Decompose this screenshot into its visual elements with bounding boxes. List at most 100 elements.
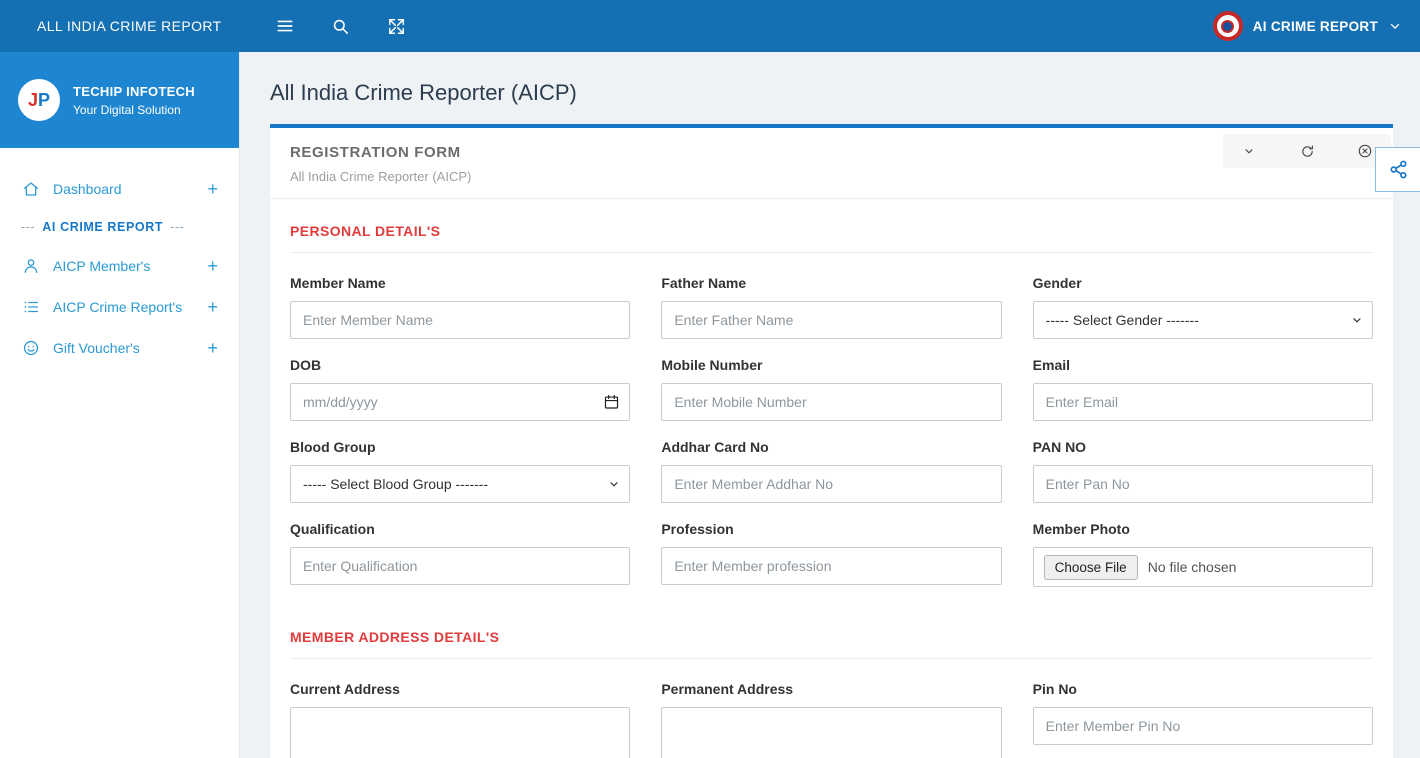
field-member-photo: Member Photo Choose File No file chosen	[1032, 521, 1373, 587]
field-member-name: Member Name	[290, 275, 631, 339]
section-dash-left: ---	[21, 220, 36, 234]
card-body: PERSONAL DETAIL'S Member Name Father Nam…	[270, 223, 1393, 758]
plus-icon[interactable]: +	[207, 257, 218, 275]
aicp-emblem-icon	[1212, 11, 1243, 41]
sidebar-menu: Dashboard + --- AI CRIME REPORT --- AICP…	[0, 148, 239, 368]
permanent-address-label: Permanent Address	[661, 681, 794, 697]
current-address-label: Current Address	[290, 681, 400, 697]
card-subtitle: All India Crime Reporter (AICP)	[290, 169, 472, 184]
field-gender: Gender ----- Select Gender -------	[1032, 275, 1373, 339]
hamburger-icon[interactable]	[274, 15, 296, 37]
card-header: REGISTRATION FORM All India Crime Report…	[270, 128, 1393, 199]
member-name-label: Member Name	[290, 275, 386, 291]
member-photo-file-input[interactable]: Choose File No file chosen	[1032, 547, 1373, 587]
pan-input[interactable]	[1032, 465, 1373, 503]
sidebar-item-label: Gift Voucher's	[53, 339, 140, 356]
gender-select[interactable]: ----- Select Gender -------	[1032, 301, 1373, 339]
divider	[290, 658, 1373, 659]
share-panel-toggle[interactable]	[1375, 147, 1420, 192]
chevron-down-icon[interactable]	[1388, 19, 1402, 33]
plus-icon[interactable]: +	[207, 180, 218, 198]
company-logo-icon: JP	[18, 79, 60, 121]
member-name-input[interactable]	[290, 301, 631, 339]
fullscreen-icon[interactable]	[386, 15, 408, 37]
field-blood-group: Blood Group ----- Select Blood Group ---…	[290, 439, 631, 503]
logo-letter-j: J	[27, 89, 38, 110]
plus-icon[interactable]: +	[207, 339, 218, 357]
company-logo-block: JP TECHIP INFOTECH Your Digital Solution	[0, 52, 239, 148]
account-label: AI CRIME REPORT	[1252, 18, 1378, 34]
profession-label: Profession	[661, 521, 734, 537]
mobile-label: Mobile Number	[661, 357, 763, 373]
card-title: REGISTRATION FORM	[290, 144, 461, 161]
plus-icon[interactable]: +	[207, 298, 218, 316]
field-dob: DOB	[290, 357, 631, 421]
aadhar-input[interactable]	[661, 465, 1002, 503]
company-name-block: TECHIP INFOTECH Your Digital Solution	[73, 84, 195, 117]
sidebar-item-gift-vouchers[interactable]: Gift Voucher's +	[0, 327, 239, 368]
profession-input[interactable]	[661, 547, 1002, 585]
sidebar-item-aicp-crime-reports[interactable]: AICP Crime Report's +	[0, 286, 239, 327]
smiley-icon	[21, 338, 40, 357]
sidebar-item-dashboard[interactable]: Dashboard +	[0, 168, 239, 209]
permanent-address-textarea[interactable]	[661, 707, 1002, 758]
navbar-icons	[274, 15, 408, 37]
aadhar-label: Addhar Card No	[661, 439, 769, 455]
personal-details-grid: Member Name Father Name Gender ----- Sel…	[290, 275, 1373, 605]
gender-label: Gender	[1032, 275, 1082, 291]
email-label: Email	[1032, 357, 1071, 373]
close-icon[interactable]	[1357, 143, 1373, 159]
sidebar-item-aicp-members[interactable]: AICP Member's +	[0, 245, 239, 286]
home-icon	[21, 179, 40, 198]
section-dash-right: ---	[170, 220, 185, 234]
account-menu[interactable]: AI CRIME REPORT	[1212, 11, 1402, 41]
section-title-personal: PERSONAL DETAIL'S	[290, 223, 441, 239]
field-aadhar: Addhar Card No	[661, 439, 1002, 503]
email-input[interactable]	[1032, 383, 1373, 421]
field-pin: Pin No	[1032, 681, 1373, 758]
address-details-grid: Current Address Permanent Address Pin No	[290, 681, 1373, 758]
main-content: All India Crime Reporter (AICP) REGISTRA…	[240, 52, 1420, 758]
collapse-icon[interactable]	[1241, 143, 1257, 159]
company-name: TECHIP INFOTECH	[73, 83, 195, 99]
app-brand: ALL INDIA CRIME REPORT	[37, 18, 222, 34]
father-name-input[interactable]	[661, 301, 1002, 339]
search-icon[interactable]	[330, 15, 352, 37]
dob-date-input[interactable]	[290, 383, 631, 421]
sidebar-item-label: AICP Crime Report's	[53, 298, 183, 315]
dob-label: DOB	[290, 357, 322, 373]
sidebar-section-label: --- AI CRIME REPORT ---	[0, 209, 239, 245]
qualification-label: Qualification	[290, 521, 375, 537]
father-name-label: Father Name	[661, 275, 747, 291]
pin-input[interactable]	[1032, 707, 1373, 745]
logo-letter-p: P	[38, 89, 51, 110]
sidebar-item-label: Dashboard	[53, 180, 122, 197]
field-current-address: Current Address	[290, 681, 631, 758]
blood-group-select[interactable]: ----- Select Blood Group -------	[290, 465, 631, 503]
registration-form-card: REGISTRATION FORM All India Crime Report…	[270, 124, 1393, 758]
choose-file-button[interactable]: Choose File	[1043, 554, 1138, 580]
refresh-icon[interactable]	[1299, 143, 1315, 159]
qualification-input[interactable]	[290, 547, 631, 585]
company-tagline: Your Digital Solution	[73, 102, 181, 117]
field-father-name: Father Name	[661, 275, 1002, 339]
file-status-text: No file chosen	[1147, 559, 1237, 575]
field-email: Email	[1032, 357, 1373, 421]
page-title: All India Crime Reporter (AICP)	[270, 80, 577, 105]
mobile-input[interactable]	[661, 383, 1002, 421]
share-icon	[1388, 159, 1409, 180]
field-permanent-address: Permanent Address	[661, 681, 1002, 758]
section-title-address: MEMBER ADDRESS DETAIL'S	[290, 629, 500, 645]
field-mobile: Mobile Number	[661, 357, 1002, 421]
person-icon	[21, 256, 40, 275]
divider	[290, 252, 1373, 253]
member-photo-label: Member Photo	[1032, 521, 1130, 537]
current-address-textarea[interactable]	[290, 707, 631, 758]
card-tools	[1223, 134, 1391, 168]
field-qualification: Qualification	[290, 521, 631, 587]
section-label-text: AI CRIME REPORT	[42, 220, 164, 234]
field-profession: Profession	[661, 521, 1002, 587]
sidebar-item-label: AICP Member's	[53, 257, 151, 274]
top-navbar: ALL INDIA CRIME REPORT AI CRIME REPORT	[0, 0, 1420, 52]
blood-group-label: Blood Group	[290, 439, 376, 455]
